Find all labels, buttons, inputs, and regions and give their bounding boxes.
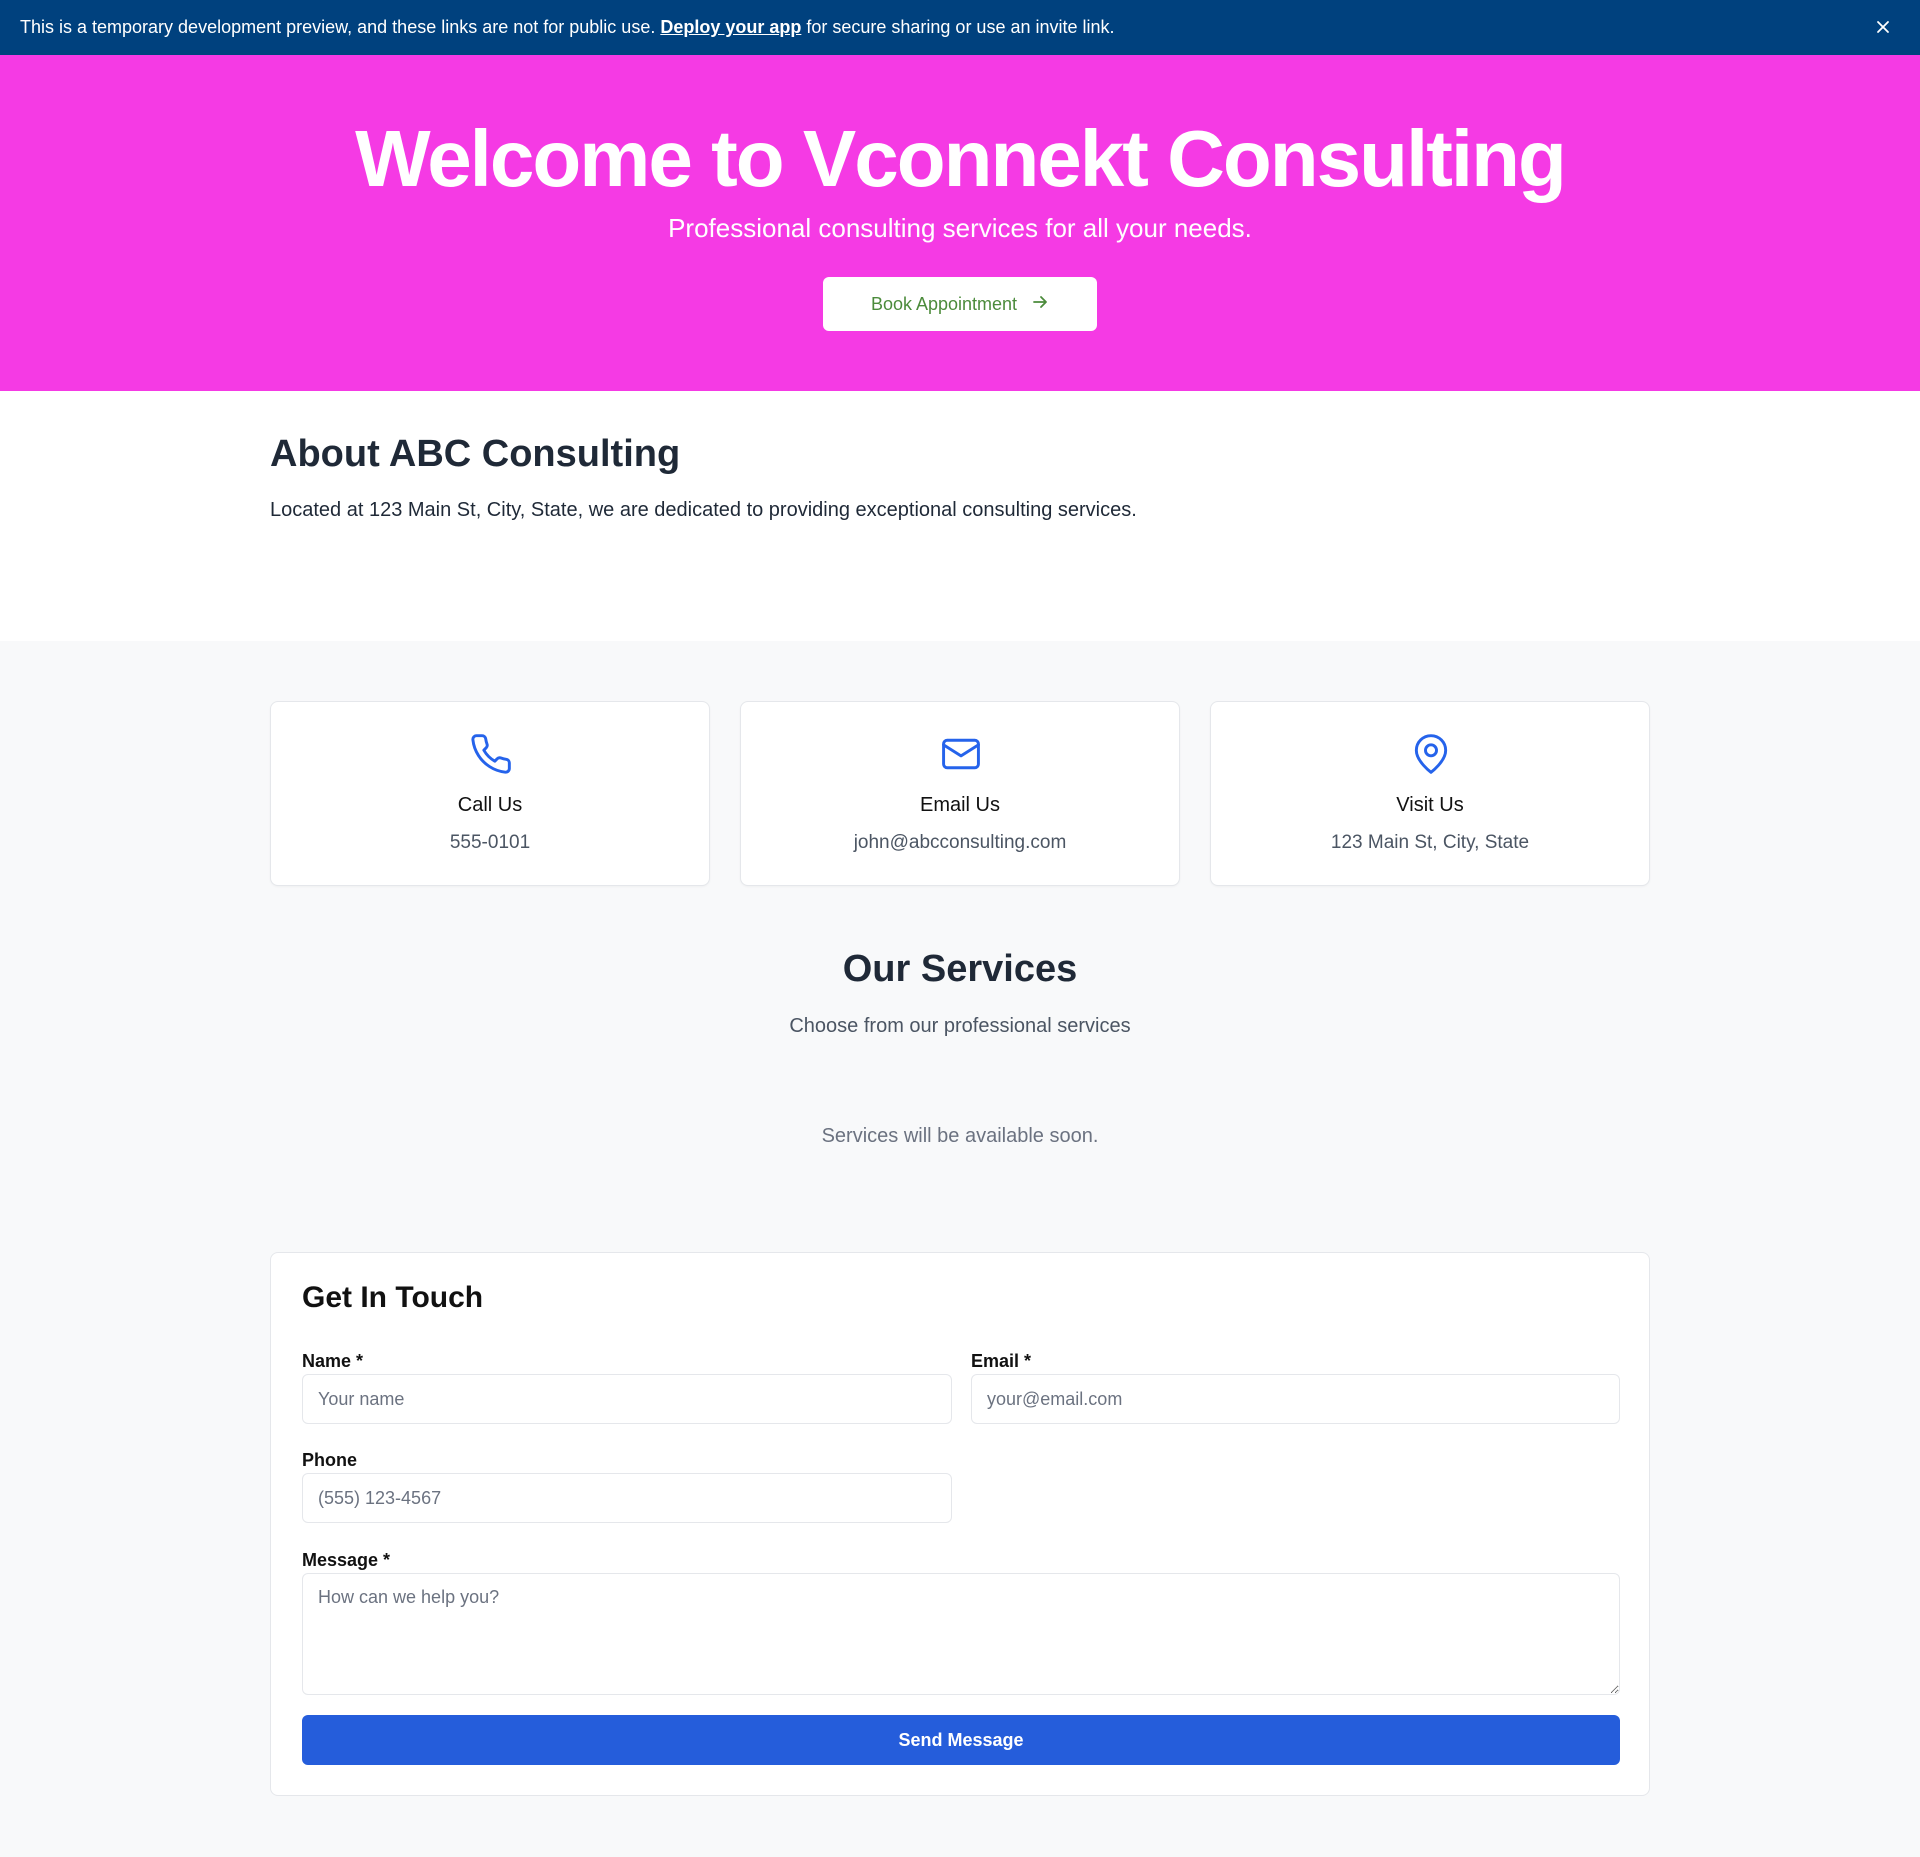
hero-title: Welcome to Vconnekt Consulting: [355, 114, 1567, 203]
email-us-card: Email Us john@abcconsulting.com: [740, 701, 1180, 886]
name-input[interactable]: [302, 1374, 952, 1424]
services-title: Our Services: [842, 948, 1078, 990]
phone-label: Phone: [302, 1450, 358, 1470]
card-title: Call Us: [457, 794, 523, 816]
phone-input[interactable]: [302, 1473, 952, 1523]
book-appointment-label: Book Appointment: [870, 293, 1018, 314]
hero-section: Welcome to Vconnekt Consulting Professio…: [0, 55, 1920, 391]
email-input[interactable]: [971, 1374, 1620, 1424]
hero-subtitle: Professional consulting services for all…: [668, 213, 1252, 243]
form-title: Get In Touch: [302, 1281, 484, 1314]
visit-us-card: Visit Us 123 Main St, City, State: [1210, 701, 1650, 886]
card-value: 123 Main St, City, State: [1330, 832, 1530, 853]
about-text: Located at 123 Main St, City, State, we …: [270, 499, 1137, 521]
call-us-card: Call Us 555-0101: [270, 701, 710, 886]
preview-banner: This is a temporary development preview,…: [0, 0, 1920, 55]
card-title: Visit Us: [1396, 794, 1464, 816]
card-title: Email Us: [919, 794, 1000, 816]
book-appointment-button[interactable]: Book Appointment: [823, 277, 1097, 331]
about-section: About ABC Consulting Located at 123 Main…: [0, 391, 1920, 641]
deploy-app-link[interactable]: Deploy your app: [660, 17, 801, 38]
banner-text: This is a temporary development preview,…: [20, 17, 656, 37]
mail-icon: [939, 732, 983, 776]
arrow-right-icon: [1031, 293, 1049, 316]
email-label: Email *: [971, 1351, 1032, 1371]
message-textarea[interactable]: [302, 1573, 1620, 1695]
banner-text-after: for secure sharing or use an invite link…: [806, 17, 1115, 37]
about-title: About ABC Consulting: [270, 433, 681, 475]
close-icon[interactable]: [1870, 14, 1896, 40]
send-message-button[interactable]: Send Message: [302, 1715, 1620, 1765]
contact-form-card: Get In Touch Name * Email * Phone Messag…: [270, 1252, 1650, 1796]
card-value: john@abcconsulting.com: [853, 832, 1067, 853]
phone-icon: [469, 732, 513, 776]
map-pin-icon: [1409, 732, 1453, 776]
card-value: 555-0101: [449, 832, 531, 853]
name-label: Name *: [302, 1351, 364, 1371]
message-label: Message *: [302, 1550, 391, 1570]
services-subtitle: Choose from our professional services: [789, 1015, 1131, 1037]
services-empty-message: Services will be available soon.: [821, 1125, 1099, 1147]
